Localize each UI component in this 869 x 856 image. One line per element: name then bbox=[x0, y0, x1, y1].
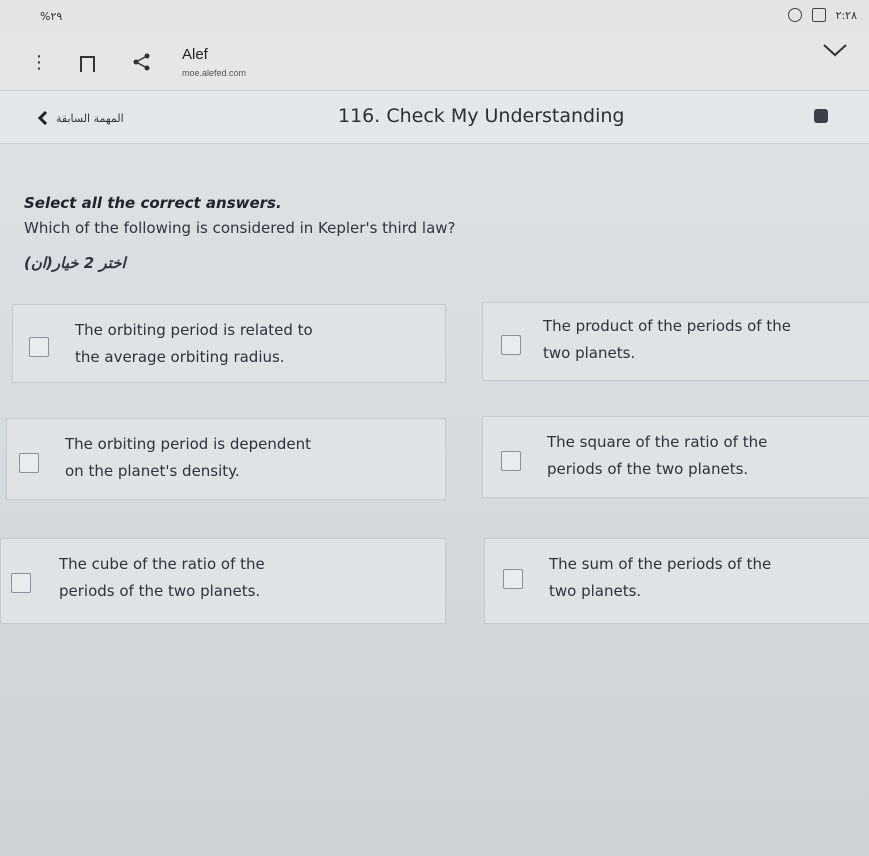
checkbox[interactable] bbox=[501, 335, 521, 355]
answer-text: The product of the periods of the two pl… bbox=[543, 317, 791, 362]
answer-text: The orbiting period is dependent on the … bbox=[65, 435, 311, 480]
bookmark-icon[interactable] bbox=[80, 56, 95, 72]
answer-option[interactable]: The orbiting period is related to the av… bbox=[12, 304, 446, 383]
notification-icon bbox=[811, 8, 826, 22]
checkbox[interactable] bbox=[19, 453, 39, 473]
answer-text: The square of the ratio of the periods o… bbox=[547, 433, 768, 478]
browser-toolbar: ⋮ Alef moe.alefed.com bbox=[0, 32, 869, 91]
answer-text: The orbiting period is related to the av… bbox=[75, 321, 313, 366]
more-vert-icon[interactable]: ⋮ bbox=[30, 54, 48, 72]
checkbox[interactable] bbox=[29, 337, 49, 357]
page-title: 116. Check My Understanding bbox=[338, 105, 625, 127]
site-url: moe.alefed.com bbox=[182, 68, 247, 78]
page-header: المهمة السابقة 116. Check My Understandi… bbox=[0, 91, 869, 144]
question-text: Which of the following is considered in … bbox=[24, 219, 456, 237]
answer-option[interactable]: The cube of the ratio of the periods of … bbox=[0, 538, 446, 624]
status-bar: %٢٩ ٢:٢٨ bbox=[0, 0, 869, 32]
question-content: Select all the correct answers. Which of… bbox=[0, 144, 869, 856]
badge-icon[interactable] bbox=[814, 109, 828, 123]
question-hint: اختر 2 خيار(ان) bbox=[24, 254, 126, 272]
checkbox[interactable] bbox=[11, 573, 31, 593]
instruction: Select all the correct answers. bbox=[24, 194, 282, 212]
answer-option[interactable]: The product of the periods of the two pl… bbox=[482, 302, 869, 381]
answer-option[interactable]: The square of the ratio of the periods o… bbox=[482, 416, 869, 498]
status-icons: ٢:٢٨ bbox=[787, 8, 857, 22]
checkbox[interactable] bbox=[501, 451, 521, 471]
chevron-left-icon bbox=[38, 111, 48, 125]
checkbox[interactable] bbox=[503, 569, 523, 589]
site-title: Alef bbox=[182, 46, 208, 63]
back-button[interactable]: المهمة السابقة bbox=[38, 111, 124, 125]
chevron-down-icon[interactable] bbox=[822, 42, 848, 58]
whatsapp-icon bbox=[787, 8, 802, 22]
back-label: المهمة السابقة bbox=[56, 111, 124, 125]
answer-text: The cube of the ratio of the periods of … bbox=[59, 555, 265, 600]
answer-text: The sum of the periods of the two planet… bbox=[549, 555, 772, 600]
answer-option[interactable]: The orbiting period is dependent on the … bbox=[6, 418, 446, 500]
answer-option[interactable]: The sum of the periods of the two planet… bbox=[484, 538, 869, 624]
battery-status: %٢٩ bbox=[40, 10, 63, 23]
clock: ٢:٢٨ bbox=[835, 8, 857, 22]
share-icon[interactable] bbox=[132, 52, 152, 72]
